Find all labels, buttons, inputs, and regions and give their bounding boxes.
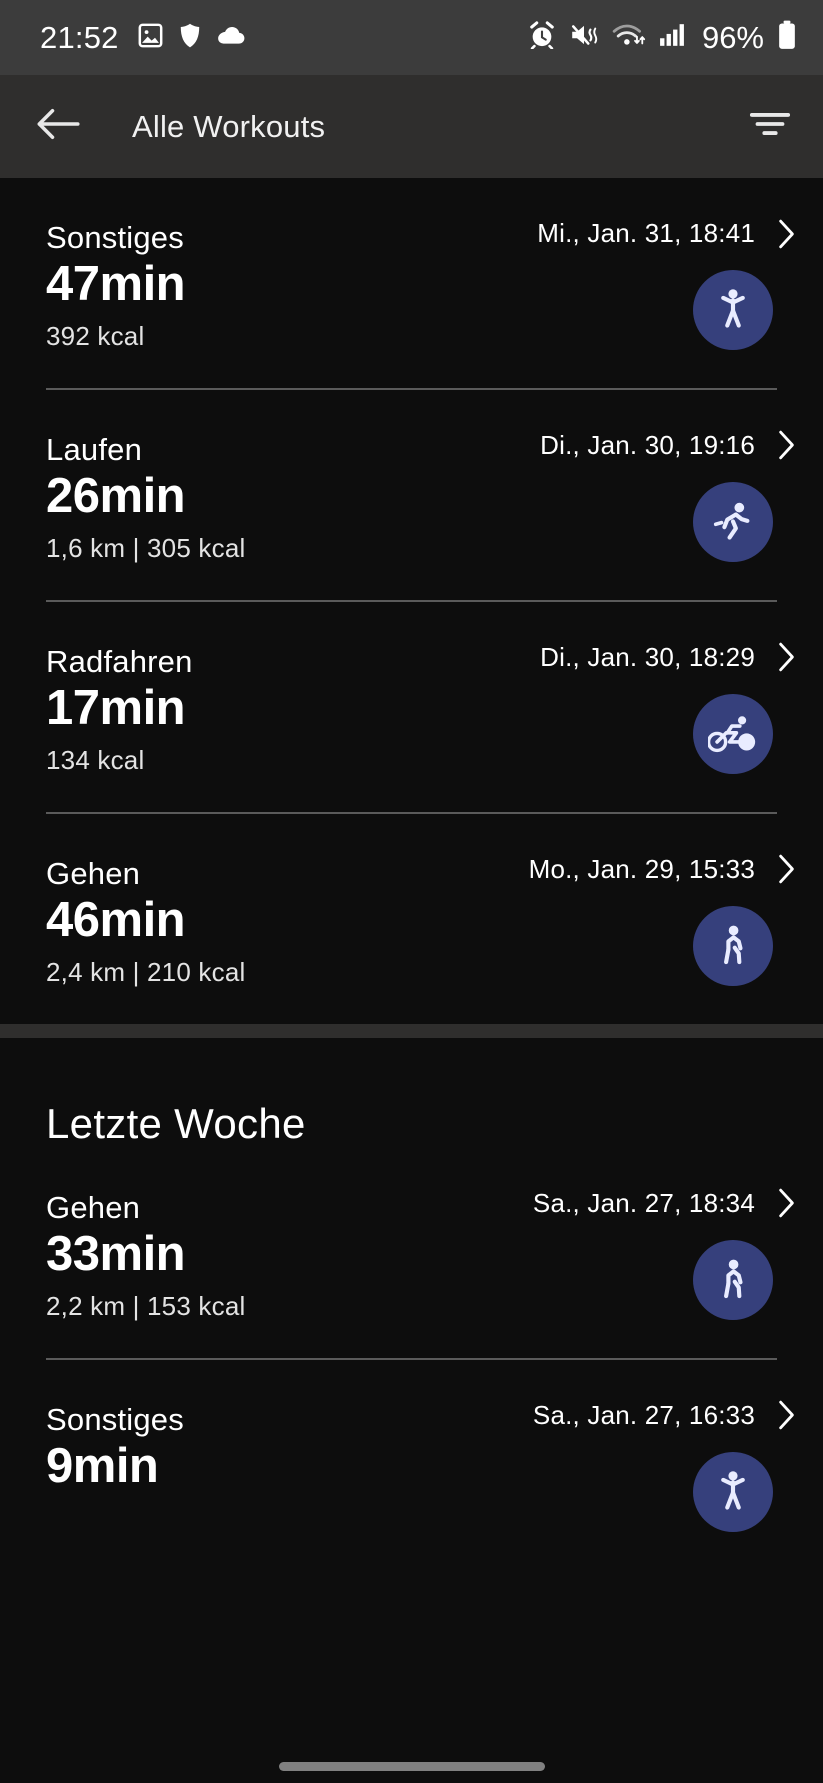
shield-icon — [178, 22, 202, 54]
section-separator — [0, 1023, 823, 1038]
workout-row[interactable]: Gehen 46min 2,4 km | 210 kcal Mo., Jan. 29,… — [0, 814, 823, 1024]
chevron-right-icon — [779, 1188, 794, 1218]
workout-row-meta: Mo., Jan. 29, 15:33 — [529, 854, 795, 885]
chevron-right-icon — [779, 854, 794, 884]
home-indicator[interactable] — [278, 1761, 545, 1771]
status-bar-clock: 21:52 — [40, 19, 119, 55]
other-activity-icon — [693, 270, 773, 350]
walking-icon — [693, 905, 773, 986]
alarm-icon — [528, 21, 556, 54]
gesture-navigation-bar — [0, 1749, 823, 1783]
status-bar-notification-icons — [137, 22, 246, 54]
workout-row[interactable]: Laufen 26min 1,6 km | 305 kcal Di., Jan. 30… — [0, 390, 823, 600]
workout-row-meta: Sa., Jan. 27, 18:34 — [533, 1188, 795, 1219]
workout-date: Mo., Jan. 29, 15:33 — [528, 853, 755, 884]
workout-row-meta: Di., Jan. 30, 19:16 — [540, 430, 795, 461]
chevron-right-icon[interactable] — [755, 430, 795, 460]
chevron-right-icon[interactable] — [755, 219, 795, 249]
walking-icon — [693, 1239, 773, 1320]
other-activity-icon — [693, 1451, 773, 1532]
chevron-right-icon — [779, 431, 794, 460]
cloud-icon — [216, 24, 246, 51]
workout-date: Di., Jan. 30, 19:16 — [540, 429, 755, 460]
chevron-right-icon — [779, 219, 794, 248]
chevron-right-icon — [779, 643, 794, 672]
back-arrow-icon[interactable] — [36, 106, 80, 147]
running-icon — [693, 481, 773, 562]
workout-row-meta: Sa., Jan. 27, 16:33 — [533, 1400, 795, 1431]
workout-row-meta: Mi., Jan. 31, 18:41 — [537, 218, 795, 249]
workout-row[interactable]: Sonstiges 9min Sa., Jan. 27, 16:33 — [0, 1360, 823, 1557]
workout-date: Mi., Jan. 31, 18:41 — [537, 218, 755, 248]
page-title: Alle Workouts — [132, 108, 326, 144]
cycling-icon — [693, 693, 773, 774]
app-bar: Alle Workouts — [0, 75, 823, 178]
section-header: Letzte Woche — [46, 1099, 306, 1147]
mute-vibrate-icon — [569, 22, 599, 53]
wifi-icon — [612, 22, 646, 53]
chevron-right-icon[interactable] — [755, 1400, 795, 1430]
chevron-right-icon[interactable] — [755, 642, 795, 672]
status-bar-system-icons: 96% — [528, 20, 797, 56]
workout-row[interactable]: Radfahren 17min 134 kcal Di., Jan. 30, 18:2… — [0, 602, 823, 812]
workout-date: Sa., Jan. 27, 18:34 — [532, 1187, 755, 1218]
filter-icon[interactable] — [747, 107, 793, 146]
status-bar: 21:52 96% — [0, 0, 823, 75]
signal-icon — [659, 23, 685, 52]
workout-list[interactable]: Sonstiges 47min 392 kcal Mi., Jan. 31, 18:4… — [0, 178, 823, 1557]
chevron-right-icon — [779, 1400, 794, 1430]
workout-row-meta: Di., Jan. 30, 18:29 — [540, 642, 795, 673]
battery-icon — [777, 20, 797, 55]
chevron-right-icon[interactable] — [755, 1188, 795, 1218]
chevron-right-icon[interactable] — [755, 854, 795, 884]
workout-row[interactable]: Sonstiges 47min 392 kcal Mi., Jan. 31, 18:4… — [0, 178, 823, 388]
workout-date: Sa., Jan. 27, 16:33 — [532, 1399, 755, 1430]
image-icon — [137, 22, 164, 54]
workout-date: Di., Jan. 30, 18:29 — [540, 641, 755, 672]
battery-percentage: 96% — [701, 19, 764, 55]
workout-row[interactable]: Gehen 33min 2,2 km | 153 kcal Sa., Jan. 27,… — [0, 1148, 823, 1358]
